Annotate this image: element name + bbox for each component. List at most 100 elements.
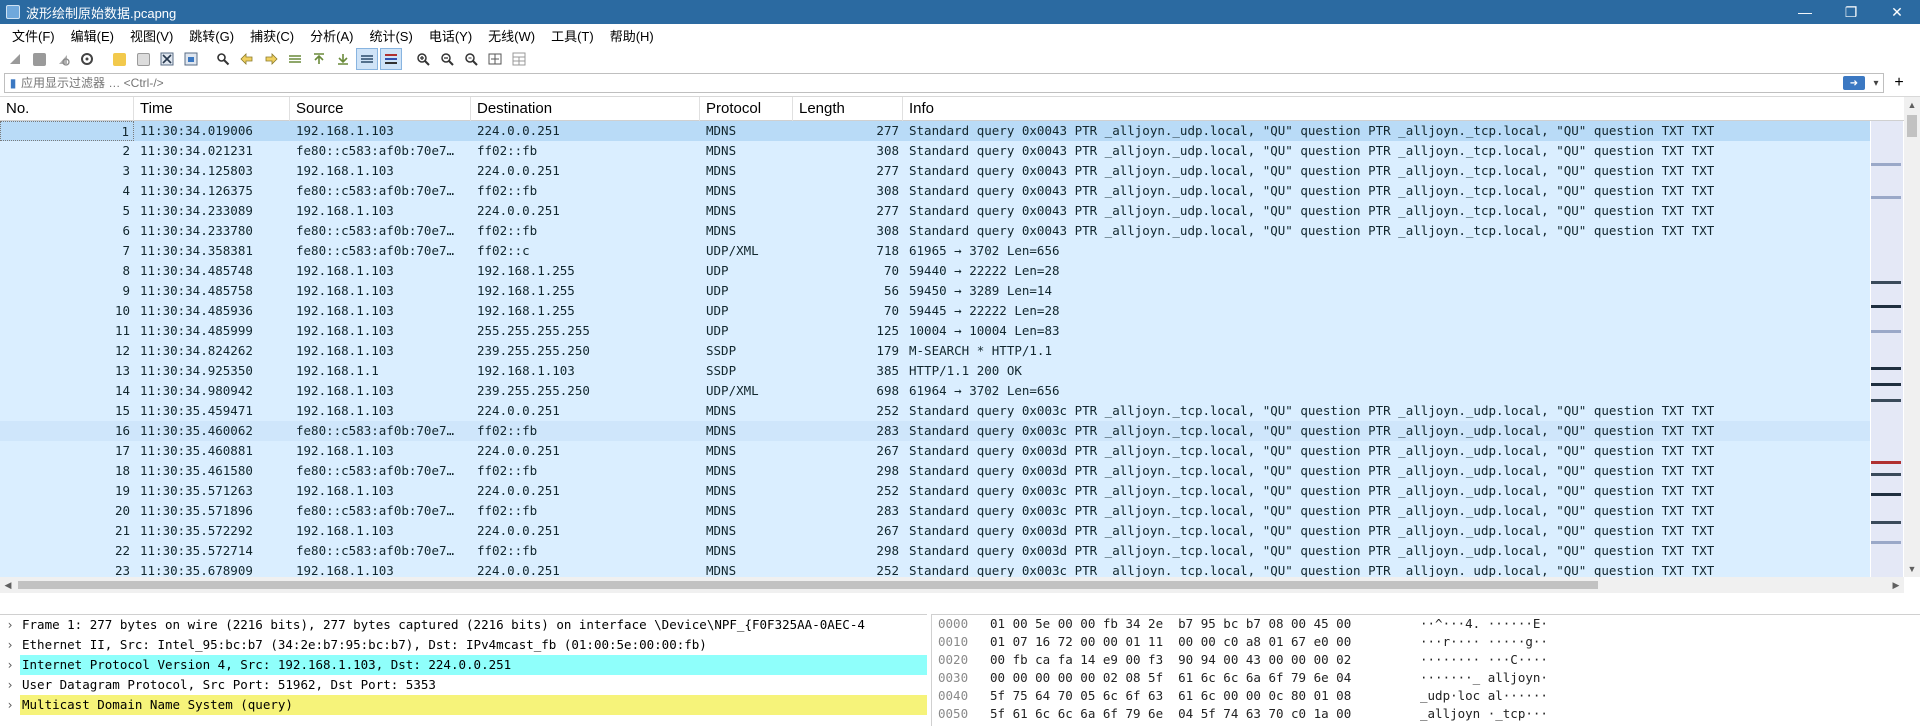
menu-statistics[interactable]: 统计(S) <box>361 26 420 45</box>
table-row[interactable]: 9 11:30:34.485758 192.168.1.103 192.168.1.2… <box>0 281 1870 301</box>
vertical-scroll-thumb[interactable] <box>1907 115 1917 137</box>
table-row[interactable]: 15 11:30:35.459471 192.168.1.103 224.0.0.25… <box>0 401 1870 421</box>
table-row[interactable]: 16 11:30:35.460062 fe80::c583:af0b:70e7… ff… <box>0 421 1870 441</box>
table-row[interactable]: 21 11:30:35.572292 192.168.1.103 224.0.0.25… <box>0 521 1870 541</box>
table-row[interactable]: 5 11:30:34.233089 192.168.1.103 224.0.0.251… <box>0 201 1870 221</box>
detail-tree-item[interactable]: › Multicast Domain Name System (query) <box>0 695 927 715</box>
hex-row[interactable]: 0050 5f 61 6c 6c 6a 6f 79 6e 04 5f 74 63 … <box>932 705 1920 723</box>
table-row[interactable]: 18 11:30:35.461580 fe80::c583:af0b:70e7… ff… <box>0 461 1870 481</box>
display-filter-input[interactable] <box>21 74 1843 92</box>
zoom-out-icon[interactable] <box>436 48 458 70</box>
menu-go[interactable]: 跳转(G) <box>181 26 242 45</box>
table-row[interactable]: 1 11:30:34.019006 192.168.1.103 224.0.0.251… <box>0 121 1870 141</box>
close-icon[interactable]: ✕ <box>1874 0 1920 24</box>
packet-info: Standard query 0x003c PTR _alljoyn._tcp.… <box>909 503 1715 518</box>
stop-icon[interactable] <box>28 48 50 70</box>
first-icon[interactable] <box>308 48 330 70</box>
menu-analyze[interactable]: 分析(A) <box>302 26 361 45</box>
menu-wireless[interactable]: 无线(W) <box>480 26 543 45</box>
detail-tree-item[interactable]: › User Datagram Protocol, Src Port: 51962… <box>0 675 927 695</box>
scroll-left-icon[interactable]: ◀ <box>0 577 16 593</box>
expand-arrow-icon[interactable]: › <box>0 695 20 715</box>
close-file-icon[interactable] <box>156 48 178 70</box>
vertical-scrollbar[interactable]: ▲ ▼ <box>1904 97 1920 577</box>
hex-row[interactable]: 0020 00 fb ca fa 14 e9 00 f3 90 94 00 43 … <box>932 651 1920 669</box>
menu-telephony[interactable]: 电话(Y) <box>421 26 480 45</box>
table-row[interactable]: 22 11:30:35.572714 fe80::c583:af0b:70e7… ff… <box>0 541 1870 561</box>
expand-arrow-icon[interactable]: › <box>0 675 20 695</box>
minimize-icon[interactable]: — <box>1782 0 1828 24</box>
window-title: 波形绘制原始数据.pcapng <box>26 5 177 21</box>
table-row[interactable]: 19 11:30:35.571263 192.168.1.103 224.0.0.25… <box>0 481 1870 501</box>
hex-row[interactable]: 0000 01 00 5e 00 00 fb 34 2e b7 95 bc b7 … <box>932 615 1920 633</box>
scroll-up-icon[interactable]: ▲ <box>1904 97 1920 113</box>
hex-row[interactable]: 0010 01 07 16 72 00 00 01 11 00 00 c0 a8 … <box>932 633 1920 651</box>
column-header-time[interactable]: Time <box>134 97 290 121</box>
column-header-source[interactable]: Source <box>290 97 471 121</box>
menu-file[interactable]: 文件(F) <box>4 26 63 45</box>
hex-row[interactable]: 0040 5f 75 64 70 05 6c 6f 63 61 6c 00 00 … <box>932 687 1920 705</box>
detail-tree-item[interactable]: › Internet Protocol Version 4, Src: 192.1… <box>0 655 927 675</box>
scroll-down-icon[interactable]: ▼ <box>1904 561 1920 577</box>
apply-filter-arrow-icon[interactable]: ➜ <box>1843 76 1865 90</box>
options-icon[interactable] <box>76 48 98 70</box>
detail-tree-item[interactable]: › Ethernet II, Src: Intel_95:bc:b7 (34:2e… <box>0 635 927 655</box>
table-row[interactable]: 3 11:30:34.125803 192.168.1.103 224.0.0.251… <box>0 161 1870 181</box>
goto-icon[interactable] <box>284 48 306 70</box>
table-row[interactable]: 12 11:30:34.824262 192.168.1.103 239.255.25… <box>0 341 1870 361</box>
menu-edit[interactable]: 编辑(E) <box>63 26 122 45</box>
expand-arrow-icon[interactable]: › <box>0 615 20 635</box>
menu-help[interactable]: 帮助(H) <box>602 26 662 45</box>
packet-length: 125 <box>876 323 899 338</box>
column-header-destination[interactable]: Destination <box>471 97 700 121</box>
add-filter-button[interactable]: + <box>1884 74 1914 92</box>
menu-view[interactable]: 视图(V) <box>122 26 181 45</box>
open-folder-icon[interactable] <box>108 48 130 70</box>
column-header-length[interactable]: Length <box>793 97 903 121</box>
column-header-protocol[interactable]: Protocol <box>700 97 793 121</box>
layout-icon[interactable] <box>508 48 530 70</box>
table-row[interactable]: 7 11:30:34.358381 fe80::c583:af0b:70e7… ff0… <box>0 241 1870 261</box>
resize-columns-icon[interactable] <box>484 48 506 70</box>
column-header-no[interactable]: No. <box>0 97 134 121</box>
menu-tools[interactable]: 工具(T) <box>543 26 602 45</box>
detail-tree-item[interactable]: › Frame 1: 277 bytes on wire (2216 bits),… <box>0 615 927 635</box>
back-icon[interactable] <box>236 48 258 70</box>
hex-row[interactable]: 0030 00 00 00 00 00 02 08 5f 61 6c 6c 6a … <box>932 669 1920 687</box>
restart-icon[interactable] <box>52 48 74 70</box>
table-row[interactable]: 23 11:30:35.678909 192.168.1.103 224.0.0.25… <box>0 561 1870 577</box>
expand-arrow-icon[interactable]: › <box>0 635 20 655</box>
table-row[interactable]: 14 11:30:34.980942 192.168.1.103 239.255.25… <box>0 381 1870 401</box>
table-row[interactable]: 6 11:30:34.233780 fe80::c583:af0b:70e7… ff0… <box>0 221 1870 241</box>
last-icon[interactable] <box>332 48 354 70</box>
table-row[interactable]: 10 11:30:34.485936 192.168.1.103 192.168.1.… <box>0 301 1870 321</box>
table-row[interactable]: 4 11:30:34.126375 fe80::c583:af0b:70e7… ff0… <box>0 181 1870 201</box>
reload-icon[interactable] <box>180 48 202 70</box>
menu-capture[interactable]: 捕获(C) <box>242 26 302 45</box>
packet-minimap[interactable] <box>1871 121 1903 577</box>
table-row[interactable]: 2 11:30:34.021231 fe80::c583:af0b:70e7… ff0… <box>0 141 1870 161</box>
packet-destination: 192.168.1.255 <box>477 263 575 278</box>
column-header-info[interactable]: Info <box>903 97 1904 121</box>
expand-arrow-icon[interactable]: › <box>0 655 20 675</box>
save-icon[interactable] <box>132 48 154 70</box>
table-row[interactable]: 20 11:30:35.571896 fe80::c583:af0b:70e7… ff… <box>0 501 1870 521</box>
table-row[interactable]: 11 11:30:34.485999 192.168.1.103 255.255.25… <box>0 321 1870 341</box>
hex-offset: 0010 <box>938 634 969 649</box>
table-row[interactable]: 13 11:30:34.925350 192.168.1.1 192.168.1.10… <box>0 361 1870 381</box>
shark-fin-start-icon[interactable] <box>4 48 26 70</box>
forward-icon[interactable] <box>260 48 282 70</box>
table-row[interactable]: 8 11:30:34.485748 192.168.1.103 192.168.1.2… <box>0 261 1870 281</box>
horizontal-scroll-thumb[interactable] <box>18 581 1598 589</box>
chevron-down-icon[interactable]: ▾ <box>1869 78 1883 89</box>
maximize-icon[interactable]: ❐ <box>1828 0 1874 24</box>
find-icon[interactable] <box>212 48 234 70</box>
scroll-right-icon[interactable]: ▶ <box>1888 577 1904 593</box>
autoscroll-icon[interactable] <box>356 48 378 70</box>
zoom-in-icon[interactable] <box>412 48 434 70</box>
horizontal-scrollbar[interactable]: ◀ ▶ <box>0 577 1904 593</box>
bookmark-icon[interactable]: ▮ <box>5 74 21 92</box>
table-row[interactable]: 17 11:30:35.460881 192.168.1.103 224.0.0.25… <box>0 441 1870 461</box>
colorize-icon[interactable] <box>380 48 402 70</box>
zoom-reset-icon[interactable] <box>460 48 482 70</box>
